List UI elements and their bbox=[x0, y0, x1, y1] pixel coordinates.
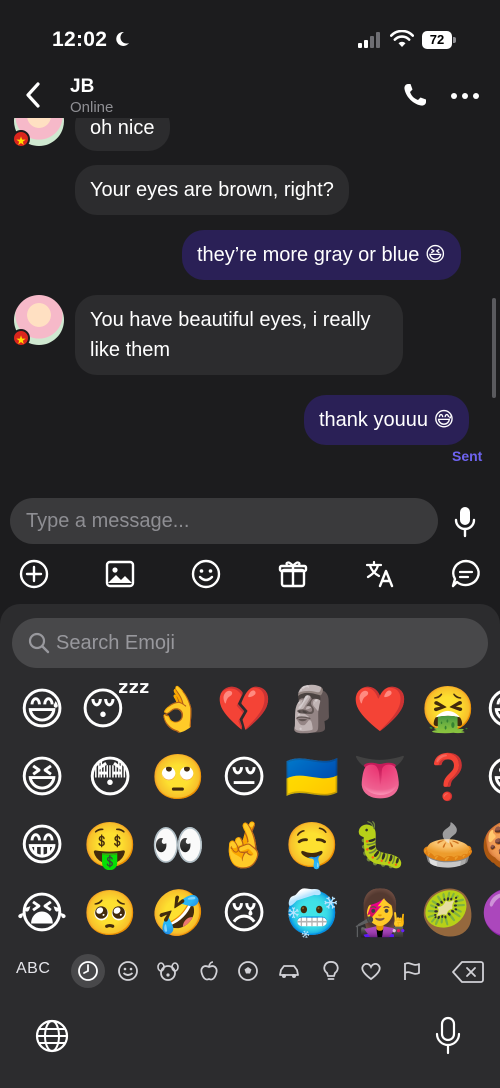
battery-icon: 72 bbox=[422, 31, 456, 49]
emoji-key[interactable]: 🐛 bbox=[350, 816, 410, 876]
quick-reply-icon[interactable] bbox=[450, 558, 482, 590]
emoji-keyboard: 😅 😴 👌 💔 🗿 ❤️ 🤮 😅 😆 😳 🙄 😔 🇺🇦 👅 ❓ 😀 😁 🤑 👀 … bbox=[0, 604, 500, 1088]
recent-icon[interactable] bbox=[71, 954, 105, 988]
message-input-container[interactable] bbox=[10, 498, 438, 544]
battery-level: 72 bbox=[422, 31, 452, 49]
contact-name[interactable]: JB bbox=[70, 76, 94, 98]
activity-icon[interactable] bbox=[231, 954, 265, 988]
emoji-key[interactable]: 😴 bbox=[80, 680, 151, 740]
emoji-key[interactable]: 💔 bbox=[214, 680, 274, 740]
food-icon[interactable] bbox=[192, 954, 226, 988]
signal-icon bbox=[358, 32, 380, 48]
emoji-key[interactable]: 🤞 bbox=[214, 816, 274, 876]
emoji-search-bar[interactable] bbox=[12, 618, 488, 668]
delete-key-icon[interactable] bbox=[452, 960, 484, 984]
emoji-key[interactable]: 🤮 bbox=[418, 680, 478, 740]
contact-avatar[interactable]: ★ bbox=[12, 118, 64, 148]
back-arrow-icon[interactable] bbox=[20, 80, 48, 110]
emoji-category-bar: ABC bbox=[0, 948, 500, 992]
globe-icon[interactable] bbox=[34, 1018, 70, 1054]
emoji-key[interactable]: 😔 bbox=[214, 748, 274, 808]
emoji-key[interactable]: 🗿 bbox=[282, 680, 342, 740]
symbols-icon[interactable] bbox=[354, 954, 388, 988]
emoji-key[interactable]: 😢 bbox=[214, 884, 274, 944]
travel-icon[interactable] bbox=[272, 954, 306, 988]
message-list[interactable]: ★ oh nice Your eyes are brown, right? th… bbox=[0, 118, 500, 466]
gift-icon[interactable] bbox=[277, 558, 309, 590]
objects-icon[interactable] bbox=[314, 954, 348, 988]
emoji-key[interactable]: 😀 bbox=[478, 748, 500, 808]
animal-icon[interactable] bbox=[151, 954, 185, 988]
emoji-key[interactable]: 🤤 bbox=[282, 816, 342, 876]
more-options-icon[interactable] bbox=[450, 92, 480, 100]
emoji-key[interactable]: 🥝 bbox=[418, 884, 478, 944]
emoji-key[interactable]: 🤑 bbox=[80, 816, 140, 876]
emoji-key[interactable]: 😅 bbox=[12, 680, 72, 740]
phone-icon[interactable] bbox=[402, 82, 428, 108]
moon-icon bbox=[116, 31, 129, 46]
dictation-mic-icon[interactable] bbox=[434, 1016, 462, 1056]
emoji-key[interactable]: 😆 bbox=[12, 748, 72, 808]
emoji-key[interactable]: 🇺🇦 bbox=[282, 748, 342, 808]
flags-icon[interactable] bbox=[395, 954, 429, 988]
emoji-key[interactable]: 🤣 bbox=[148, 884, 208, 944]
emoji-key[interactable]: 😳 bbox=[80, 748, 140, 808]
emoji-key[interactable]: 🙄 bbox=[148, 748, 208, 808]
emoji-icon[interactable] bbox=[190, 558, 222, 590]
emoji-key[interactable]: 🟣 bbox=[478, 884, 500, 944]
emoji-key[interactable]: ❓ bbox=[418, 748, 478, 808]
emoji-key[interactable]: 👌 bbox=[148, 680, 208, 740]
contact-status: Online bbox=[70, 99, 114, 116]
emoji-key[interactable]: 👅 bbox=[350, 748, 410, 808]
emoji-key[interactable]: 😁 bbox=[12, 816, 72, 876]
sent-status: Sent bbox=[452, 448, 483, 464]
emoji-key[interactable]: 🥶 bbox=[282, 884, 342, 944]
emoji-key[interactable]: 🥧 bbox=[418, 816, 478, 876]
scrollbar[interactable] bbox=[492, 298, 496, 398]
emoji-key[interactable]: 😅 bbox=[478, 680, 500, 740]
smiley-icon[interactable] bbox=[111, 954, 145, 988]
emoji-grid[interactable]: 😅 😴 👌 💔 🗿 ❤️ 🤮 😅 😆 😳 🙄 😔 🇺🇦 👅 ❓ 😀 😁 🤑 👀 … bbox=[0, 680, 500, 948]
message-outgoing[interactable]: they’re more gray or blue 😆 bbox=[182, 230, 461, 280]
flag-badge-icon: ★ bbox=[12, 130, 30, 148]
flag-badge-icon: ★ bbox=[12, 329, 30, 347]
emoji-search-input[interactable] bbox=[56, 618, 476, 668]
message-input[interactable] bbox=[10, 498, 438, 544]
image-icon[interactable] bbox=[104, 558, 136, 590]
status-time: 12:02 bbox=[52, 28, 108, 51]
message-outgoing[interactable]: thank youuu 😅 bbox=[304, 395, 470, 445]
status-bar: 12:02 72 bbox=[0, 0, 500, 72]
message-incoming[interactable]: oh nice bbox=[75, 118, 170, 151]
abc-keyboard-button[interactable]: ABC bbox=[16, 960, 50, 978]
emoji-key[interactable]: ❤️ bbox=[350, 680, 410, 740]
wifi-icon bbox=[390, 30, 414, 47]
emoji-key[interactable]: 🍪 bbox=[478, 816, 500, 876]
microphone-icon[interactable] bbox=[452, 506, 478, 538]
message-incoming[interactable]: Your eyes are brown, right? bbox=[75, 165, 349, 215]
emoji-key[interactable]: 👀 bbox=[148, 816, 208, 876]
emoji-key[interactable]: 🥺 bbox=[80, 884, 140, 944]
translate-icon[interactable] bbox=[364, 558, 396, 590]
contact-avatar[interactable]: ★ bbox=[12, 295, 64, 347]
emoji-key[interactable]: 👩‍🎤 bbox=[350, 884, 410, 944]
add-icon[interactable] bbox=[18, 558, 50, 590]
message-incoming[interactable]: You have beautiful eyes, i really like t… bbox=[75, 295, 403, 375]
search-icon bbox=[28, 632, 50, 654]
composer-toolbar bbox=[0, 556, 500, 592]
emoji-key[interactable]: 😭 bbox=[12, 884, 72, 944]
chat-header: JB Online bbox=[0, 72, 500, 118]
